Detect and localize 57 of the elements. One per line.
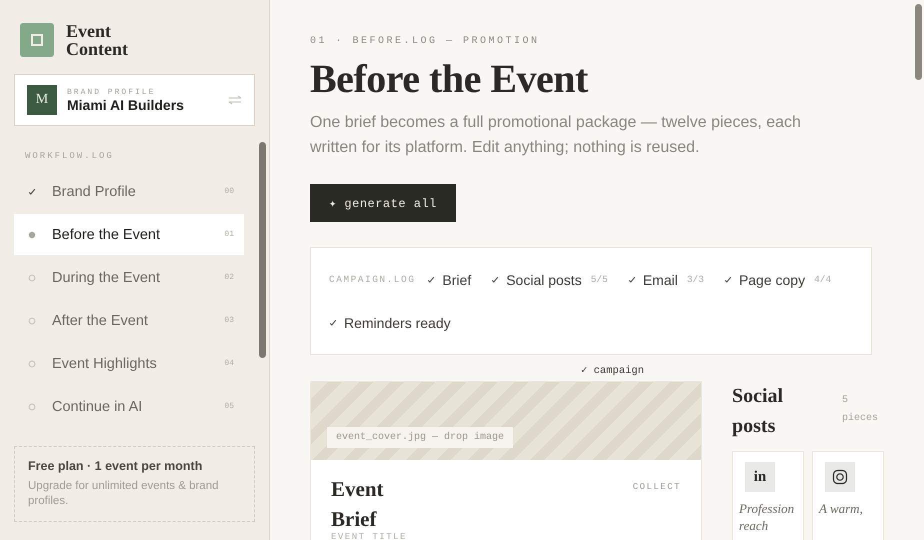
app-name: Event Content	[66, 22, 129, 58]
panel-label: CAMPAIGN.LOG	[329, 273, 416, 287]
item-count: 3/3	[686, 274, 704, 285]
plan-title: Free plan · 1 event per month	[28, 459, 204, 473]
page-description: One brief becomes a full promotional package — twelve pieces, each written for its platform. Edit anything; nothing is reused.	[310, 113, 802, 158]
circle-icon	[28, 274, 36, 282]
collect-label: COLLECT	[632, 482, 681, 492]
step-number: 02	[224, 273, 234, 282]
scrollbar-thumb[interactable]	[915, 4, 922, 80]
post-preview: Profession reach	[739, 500, 796, 534]
file-hint: event_cover.jpg — drop image	[327, 427, 514, 448]
piece-count: 5 pieces	[842, 394, 880, 426]
linkedin-icon: in	[745, 462, 775, 492]
step-number: 05	[224, 402, 234, 411]
step-number: 03	[224, 316, 234, 325]
circle-icon	[28, 402, 36, 410]
image-drop-zone[interactable]: event_cover.jpg — drop image	[311, 382, 701, 460]
step-number: 00	[224, 187, 234, 196]
post-preview: A warm,	[819, 500, 864, 517]
sidebar-item[interactable]: During the Event 02	[14, 257, 244, 298]
sidebar-item[interactable]: After the Event 03	[14, 300, 244, 341]
post-card[interactable]: in Profession reach	[732, 451, 804, 540]
log-item-label: Brief	[442, 272, 472, 288]
log-item-label: Page copy	[738, 272, 806, 288]
sidebar-item[interactable]: Brand Profile 00	[14, 171, 244, 212]
brand-profile-card[interactable]: M BRAND PROFILE Miami AI Builders	[14, 74, 255, 126]
step-number: 01	[224, 230, 234, 239]
logo-icon	[20, 23, 54, 57]
scrollbar-thumb[interactable]	[259, 142, 266, 358]
log-item-label: Email	[642, 272, 678, 288]
page-title: Before the Event	[310, 55, 590, 102]
check-icon	[28, 188, 36, 196]
status-label: ✓ campaign	[581, 364, 646, 377]
sidebar-item[interactable]: Continue in AI 05	[14, 386, 244, 427]
brand-label: BRAND PROFILE	[67, 88, 156, 96]
field-label: EVENT TITLE	[331, 532, 408, 540]
brand-avatar: M	[27, 85, 57, 115]
generate-all-button[interactable]: ✦ generate all	[310, 184, 456, 222]
plan-description: Upgrade for unlimited events & brand profiles.	[28, 479, 220, 509]
brand-name: Miami AI Builders	[67, 96, 185, 112]
step-number: 04	[224, 359, 234, 368]
circle-icon	[28, 316, 36, 324]
item-count: 5/5	[590, 274, 608, 285]
breadcrumb: 01 · BEFORE.LOG — PROMOTION	[310, 36, 541, 47]
swap-icon	[228, 95, 242, 105]
dot-icon	[28, 230, 36, 238]
log-item-label: Reminders ready	[344, 314, 451, 330]
circle-icon	[28, 360, 36, 368]
section-title: Social posts	[732, 384, 784, 439]
camera-icon	[825, 462, 855, 492]
sidebar-item[interactable]: Before the Event 01	[14, 214, 244, 255]
section-label: WORKFLOW.LOG	[25, 151, 115, 161]
log-item-label: Social posts	[506, 272, 582, 288]
card-title: Event Brief	[331, 476, 384, 533]
post-card[interactable]: A warm,	[812, 451, 884, 540]
item-count: 4/4	[814, 274, 832, 285]
sidebar-item[interactable]: Event Highlights 04	[14, 343, 244, 384]
